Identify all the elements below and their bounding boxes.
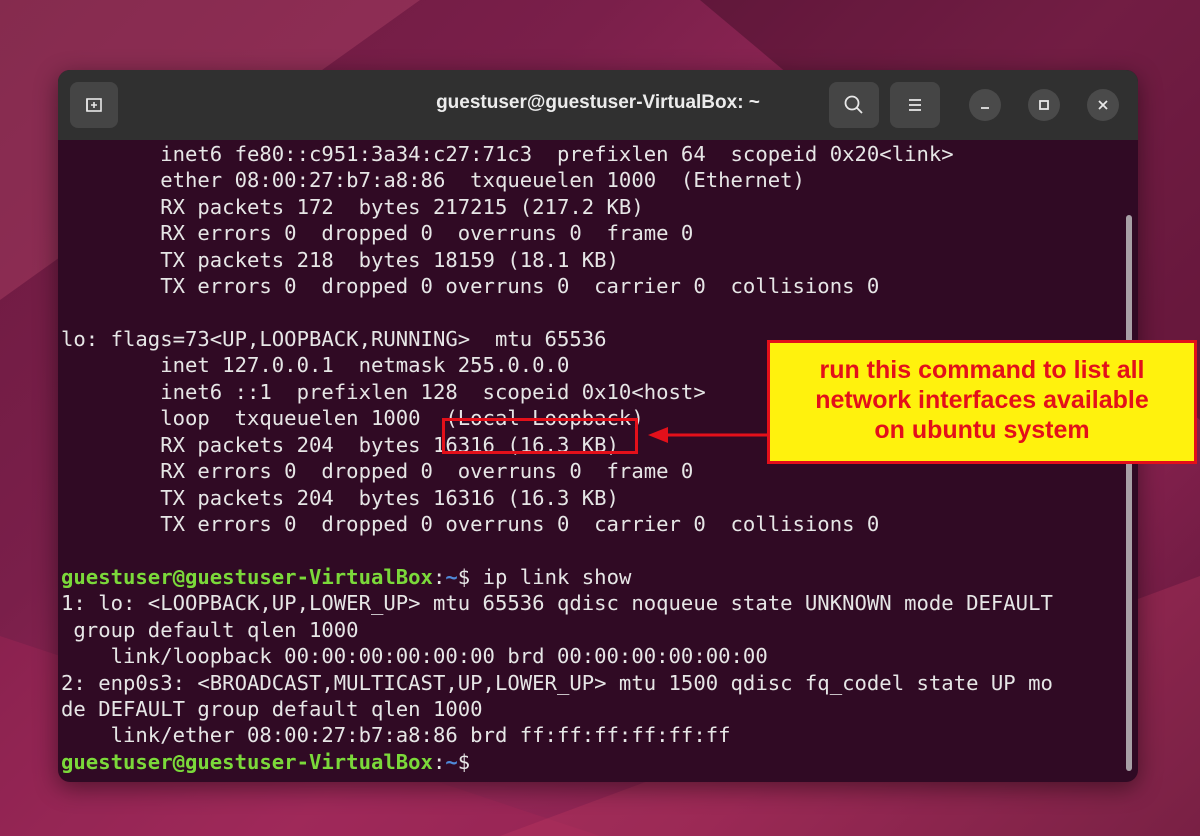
prompt-line: guestuser@guestuser-VirtualBox:~$	[61, 749, 483, 775]
terminal-line: 1: lo: <LOOPBACK,UP,LOWER_UP> mtu 65536 …	[61, 591, 1053, 615]
terminal-line: inet6 fe80::c951:3a34:c27:71c3 prefixlen…	[61, 142, 954, 166]
new-tab-button[interactable]	[70, 82, 118, 128]
terminal-line: RX packets 172 bytes 217215 (217.2 KB)	[61, 195, 644, 219]
terminal-line: inet 127.0.0.1 netmask 255.0.0.0	[61, 353, 570, 377]
prompt-cwd: ~	[445, 750, 458, 774]
close-icon	[1098, 100, 1108, 110]
prompt-user: guestuser@guestuser-VirtualBox	[61, 750, 433, 774]
terminal-line: link/ether 08:00:27:b7:a8:86 brd ff:ff:f…	[61, 723, 731, 747]
prompt-user: guestuser@guestuser-VirtualBox	[61, 565, 433, 589]
menu-button[interactable]	[890, 82, 940, 128]
command-highlight-box	[442, 418, 638, 454]
search-icon	[844, 95, 863, 114]
maximize-button[interactable]	[1028, 89, 1060, 121]
terminal-line: RX errors 0 dropped 0 overruns 0 frame 0	[61, 459, 694, 483]
prompt-separator: :	[432, 750, 446, 774]
terminal-line: TX errors 0 dropped 0 overruns 0 carrier…	[61, 274, 880, 298]
minimize-icon	[981, 107, 989, 109]
callout-line: on ubuntu system	[874, 416, 1090, 444]
hamburger-menu-icon	[909, 99, 921, 111]
terminal-line: lo: flags=73<UP,LOOPBACK,RUNNING> mtu 65…	[61, 327, 607, 351]
terminal-line: TX packets 218 bytes 18159 (18.1 KB)	[61, 248, 619, 272]
terminal-line: link/loopback 00:00:00:00:00:00 brd 00:0…	[61, 644, 768, 668]
terminal-line: RX errors 0 dropped 0 overruns 0 frame 0	[61, 221, 694, 245]
minimize-button[interactable]	[969, 89, 1001, 121]
new-tab-icon	[86, 98, 102, 112]
prompt-cwd: ~	[445, 565, 458, 589]
prompt-sign: $	[457, 565, 483, 589]
prompt-sign: $	[457, 750, 483, 774]
scrollbar[interactable]	[1126, 215, 1132, 771]
callout-line: run this command to list all	[819, 356, 1145, 384]
terminal-line: TX packets 204 bytes 16316 (16.3 KB)	[61, 486, 619, 510]
terminal-line: group default qlen 1000	[61, 618, 359, 642]
typed-command: ip link show	[482, 565, 632, 589]
prompt-separator: :	[432, 565, 446, 589]
search-button[interactable]	[829, 82, 879, 128]
terminal-line: TX errors 0 dropped 0 overruns 0 carrier…	[61, 512, 880, 536]
terminal-line: ether 08:00:27:b7:a8:86 txqueuelen 1000 …	[61, 168, 805, 192]
terminal-line: 2: enp0s3: <BROADCAST,MULTICAST,UP,LOWER…	[61, 671, 1053, 695]
callout-line: network interfaces available	[815, 386, 1149, 414]
close-button[interactable]	[1087, 89, 1119, 121]
terminal-line: de DEFAULT group default qlen 1000	[61, 697, 483, 721]
terminal-line: inet6 ::1 prefixlen 128 scopeid 0x10<hos…	[61, 380, 706, 404]
maximize-icon	[1039, 100, 1049, 110]
title-bar[interactable]: guestuser@guestuser-VirtualBox: ~	[58, 70, 1138, 140]
annotation-callout: run this command to list all network int…	[767, 340, 1197, 464]
window-title: guestuser@guestuser-VirtualBox: ~	[436, 92, 760, 113]
prompt-line: guestuser@guestuser-VirtualBox:~$ ip lin…	[61, 564, 631, 590]
